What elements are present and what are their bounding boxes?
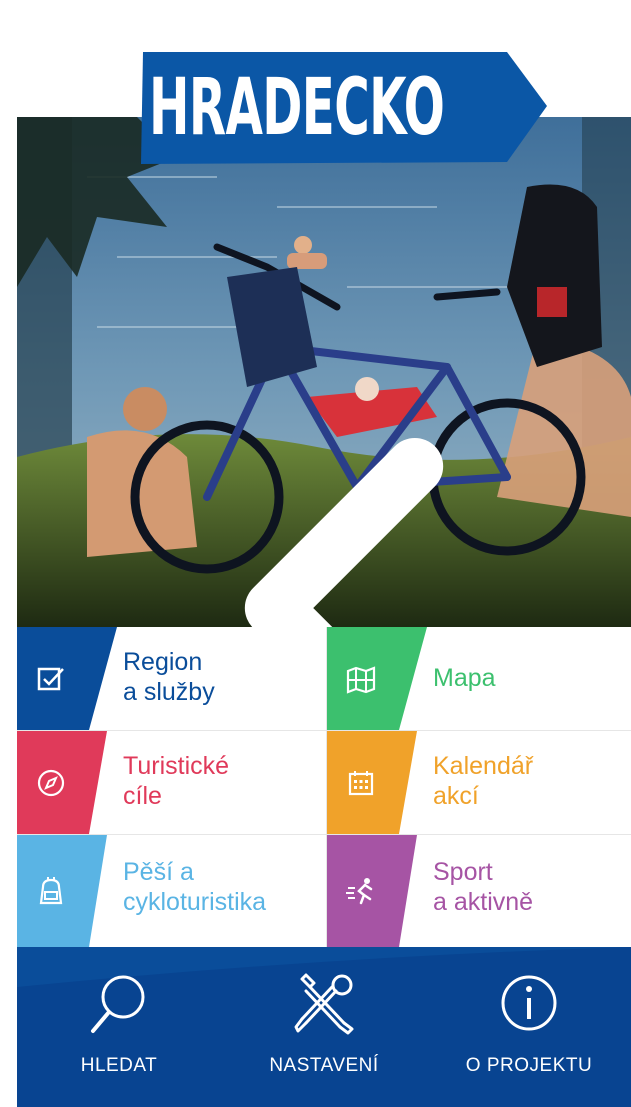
bottom-navigation: HLEDAT NASTAVENÍ O PROJEKTU <box>17 947 631 1107</box>
logo-text: HRADECKO <box>149 63 445 153</box>
checkbox-icon <box>37 667 64 691</box>
chevron-right-icon <box>593 353 631 627</box>
tile-label: Region a služby <box>123 648 215 706</box>
menu-tile-map[interactable]: Mapa <box>327 627 631 730</box>
menu-divider <box>326 627 327 947</box>
search-icon <box>91 975 145 1033</box>
tile-color-band <box>327 835 417 947</box>
tile-color-band <box>327 731 417 834</box>
tile-color-band <box>17 835 107 947</box>
menu-divider <box>17 730 631 731</box>
menu-divider <box>17 834 631 835</box>
tile-label: Kalendář akcí <box>433 752 534 810</box>
info-icon <box>501 975 557 1031</box>
tile-label: Sport a aktivně <box>433 858 534 916</box>
about-project-button[interactable]: O PROJEKTU <box>427 947 631 1107</box>
calendar-icon <box>348 771 374 796</box>
about-project-button-label: O PROJEKTU <box>465 1055 593 1076</box>
hero-carousel[interactable] <box>17 117 631 627</box>
menu-tile-region[interactable]: Region a služby <box>17 627 326 730</box>
menu-tile-sport[interactable]: Sport a aktivně <box>327 835 631 947</box>
carousel-next-button[interactable] <box>593 353 623 389</box>
menu-tile-calendar[interactable]: Kalendář akcí <box>327 731 631 834</box>
map-icon <box>346 666 376 694</box>
tile-color-band <box>327 627 427 730</box>
app-logo: HRADECKO <box>137 50 547 166</box>
menu-tile-tourist-targets[interactable]: Turistické cíle <box>17 731 326 834</box>
app-screen: HRADECKO Region a služby Mapa Turistické… <box>17 0 631 1107</box>
tile-label: Turistické cíle <box>123 752 230 810</box>
tile-color-band <box>17 731 107 834</box>
tools-icon <box>294 973 354 1035</box>
carousel-prev-button[interactable] <box>37 353 444 627</box>
main-menu: Region a služby Mapa Turistické cíle Kal… <box>17 627 631 947</box>
chevron-left-icon <box>244 438 444 627</box>
settings-button[interactable]: NASTAVENÍ <box>222 947 426 1107</box>
tile-label: Pěší a cykloturistika <box>123 858 267 916</box>
tile-label: Mapa <box>433 664 496 692</box>
runner-icon <box>346 878 373 905</box>
compass-icon <box>37 769 65 797</box>
search-button[interactable]: HLEDAT <box>17 947 221 1107</box>
backpack-icon <box>39 877 63 905</box>
search-button-label: HLEDAT <box>80 1055 158 1076</box>
menu-tile-hiking-cycling[interactable]: Pěší a cykloturistika <box>17 835 326 947</box>
settings-button-label: NASTAVENÍ <box>269 1055 379 1076</box>
tile-color-band <box>17 627 117 730</box>
